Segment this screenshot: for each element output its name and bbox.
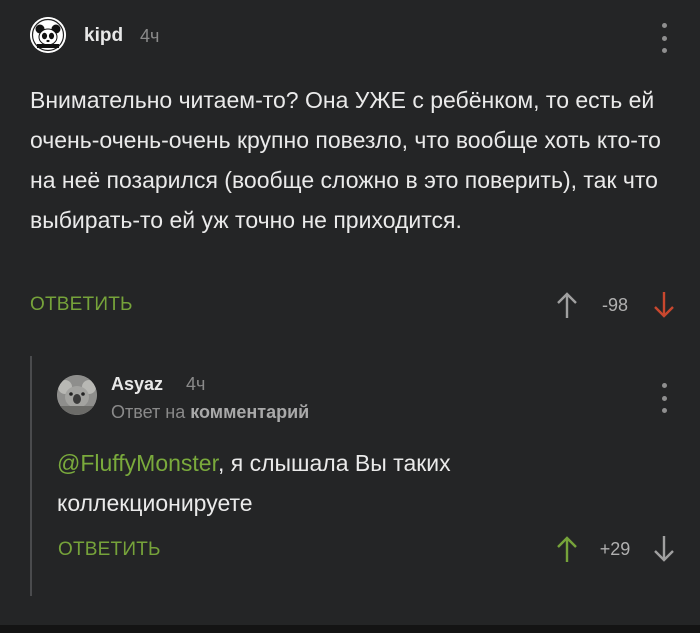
downvote-arrow-icon[interactable] — [652, 534, 676, 564]
koala-avatar-icon — [57, 375, 97, 415]
more-options-icon[interactable] — [654, 383, 674, 413]
reply-user-avatar[interactable] — [57, 375, 97, 415]
reply-username[interactable]: Asyaz — [111, 374, 163, 395]
comment-time: 4ч — [140, 26, 160, 46]
downvote-arrow-icon[interactable] — [652, 290, 676, 320]
comment-username[interactable]: kipd — [84, 25, 123, 47]
comment-text: Внимательно читаем-то? Она УЖЕ с ребёнко… — [30, 87, 661, 233]
thread-line — [30, 356, 32, 596]
panda-avatar-icon — [30, 17, 66, 53]
reply-to-line: Ответ на комментарий — [111, 402, 309, 423]
more-options-icon[interactable] — [654, 23, 674, 53]
reply-button[interactable]: ОТВЕТИТЬ — [30, 294, 133, 316]
reply-text-block: @FluffyMonster, я слышала Вы таких колле… — [57, 443, 617, 523]
reply-button[interactable]: ОТВЕТИТЬ — [58, 539, 161, 561]
comment-score: -98 — [601, 295, 628, 315]
reply-to-link[interactable]: комментарий — [190, 402, 309, 422]
reply-time: 4ч — [186, 374, 206, 394]
upvote-arrow-icon[interactable] — [555, 534, 579, 564]
mention-link[interactable]: @FluffyMonster — [57, 450, 218, 476]
user-avatar[interactable] — [30, 17, 66, 53]
reply-score: +29 — [599, 539, 631, 559]
reply-to-prefix: Ответ на — [111, 402, 186, 422]
upvote-arrow-icon[interactable] — [555, 290, 579, 320]
bottom-bar — [0, 625, 700, 633]
